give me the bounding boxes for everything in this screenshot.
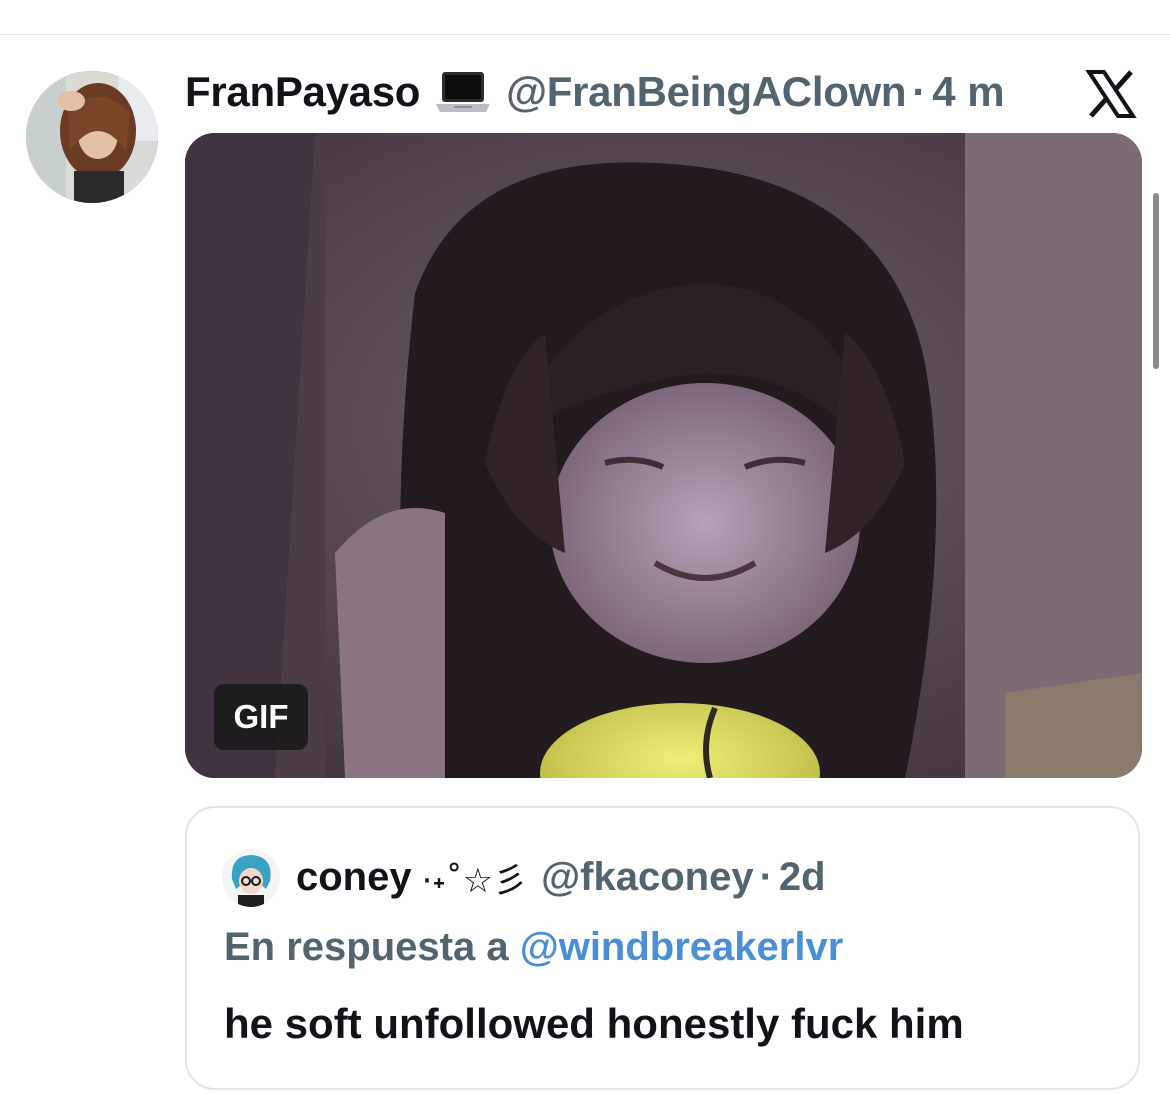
scrollbar[interactable] xyxy=(1153,193,1159,369)
author-display-name[interactable]: FranPayaso xyxy=(185,68,420,116)
x-logo-icon[interactable] xyxy=(1085,68,1137,120)
quoted-author-avatar[interactable] xyxy=(222,849,280,907)
quoted-post-text: he soft unfollowed honestly fuck him xyxy=(224,1000,964,1047)
laptop-icon xyxy=(434,68,492,116)
quoted-handle[interactable]: @fkaconey xyxy=(541,855,753,900)
post-media-gif[interactable]: GIF xyxy=(185,133,1142,778)
post-header: FranPayaso @FranBeingAClown · 4 m xyxy=(185,66,1005,118)
author-avatar[interactable] xyxy=(26,71,158,203)
reply-context: En respuesta a @windbreakerlvr xyxy=(224,925,843,970)
reply-to-link[interactable]: @windbreakerlvr xyxy=(520,925,844,969)
avatar-image xyxy=(26,71,158,203)
gif-frame xyxy=(185,133,1142,778)
quoted-post-header: coney ·˖˚☆彡 @fkaconey · 2d xyxy=(296,852,826,902)
top-divider xyxy=(0,34,1170,35)
quoted-separator-dot: · xyxy=(759,854,773,899)
reply-prefix: En respuesta a xyxy=(224,925,509,969)
author-handle[interactable]: @FranBeingAClown xyxy=(506,68,906,116)
quoted-display-name[interactable]: coney xyxy=(296,855,412,900)
separator-dot: · xyxy=(912,68,927,115)
quoted-timestamp[interactable]: 2d xyxy=(779,855,826,900)
gif-badge: GIF xyxy=(214,684,308,750)
quoted-avatar-image xyxy=(222,849,280,907)
post-timestamp[interactable]: 4 m xyxy=(932,68,1004,116)
quoted-name-decoration: ·˖˚☆彡 xyxy=(421,860,528,901)
